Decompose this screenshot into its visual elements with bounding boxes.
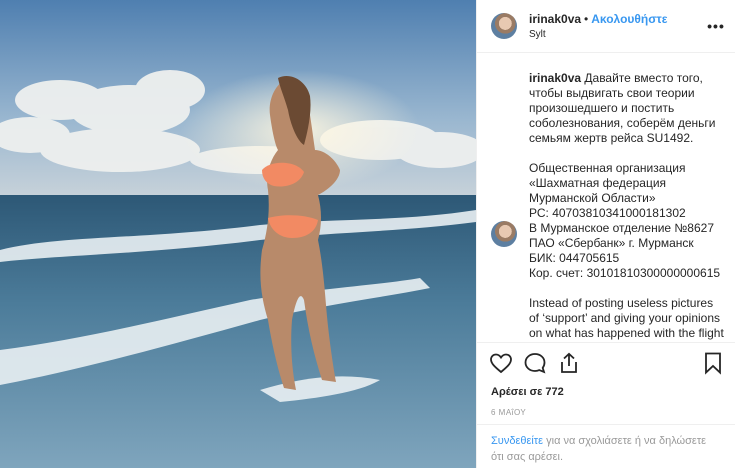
heart-icon[interactable] (489, 351, 513, 375)
post-sidebar: irinak0va • Ακολουθήστε Sylt ••• irinak0va… (476, 0, 735, 468)
more-options-icon[interactable]: ••• (707, 18, 725, 34)
beach-photo-image (0, 0, 476, 468)
login-link[interactable]: Συνδεθείτε (491, 435, 543, 447)
instagram-post: irinak0va • Ακολουθήστε Sylt ••• irinak0va… (0, 0, 735, 468)
caption-text: Давайте вместо того, чтобы выдвигать сво… (529, 71, 724, 342)
post-date[interactable]: 6 ΜΑΐΟΥ (477, 402, 735, 424)
login-prompt: Συνδεθείτε για να σχολιάσετε ή να δηλώσε… (477, 424, 735, 468)
header-text: irinak0va • Ακολουθήστε Sylt (529, 11, 707, 42)
location-link[interactable]: Sylt (529, 27, 707, 42)
username-link[interactable]: irinak0va (529, 12, 581, 26)
bookmark-icon[interactable] (701, 351, 725, 375)
comments-area[interactable]: irinak0va Давайте вместо того, чтобы выд… (477, 53, 735, 342)
likes-count[interactable]: Αρέσει σε 772 (477, 382, 735, 402)
follow-button[interactable]: Ακολουθήστε (591, 12, 667, 26)
caption: irinak0va Давайте вместо того, чтобы выд… (529, 71, 725, 342)
caption-username[interactable]: irinak0va (529, 71, 581, 85)
post-photo[interactable] (0, 0, 476, 468)
share-icon[interactable] (557, 351, 581, 375)
action-bar (477, 342, 735, 382)
comment-icon[interactable] (523, 351, 547, 375)
user-avatar[interactable] (491, 13, 517, 39)
separator-dot: • (584, 11, 589, 26)
post-header: irinak0va • Ακολουθήστε Sylt ••• (477, 0, 735, 53)
caption-avatar[interactable] (491, 221, 517, 247)
